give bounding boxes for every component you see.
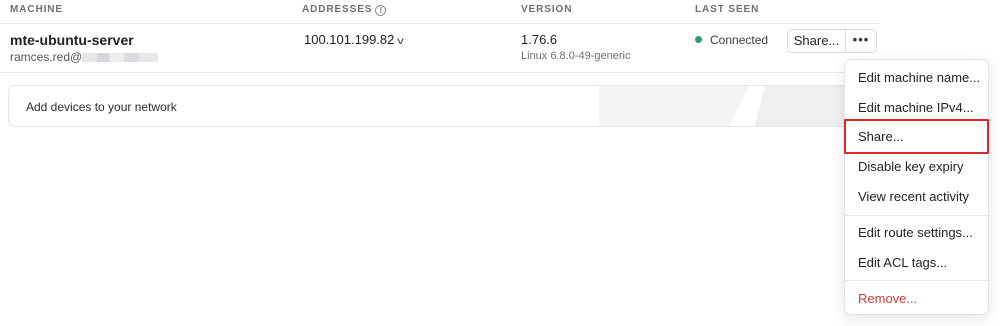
add-devices-banner[interactable]: Add devices to your network (8, 85, 888, 127)
add-devices-text: Add devices to your network (26, 100, 177, 114)
menu-item-edit-acl-tags[interactable]: Edit ACL tags... (845, 248, 988, 278)
status-dot-icon (695, 36, 702, 43)
column-header-addresses-label: ADDRESSES (302, 4, 373, 15)
menu-item-edit-route-settings[interactable]: Edit route settings... (845, 218, 988, 248)
menu-item-share[interactable]: Share... (845, 122, 988, 152)
column-header-last-seen: LAST SEEN (695, 4, 760, 15)
header-divider (0, 23, 880, 24)
status-badge: Connected (695, 33, 768, 47)
version-value: 1.76.6 (521, 32, 558, 47)
menu-item-view-recent-activity[interactable]: View recent activity (845, 182, 988, 212)
menu-divider (845, 215, 988, 216)
banner-decoration (599, 86, 749, 126)
address-dropdown[interactable]: 100.101.199.82 v (304, 32, 405, 47)
column-header-version: VERSION (521, 4, 573, 15)
row-actions: Share... ••• (787, 29, 877, 53)
column-header-addresses: ADDRESSES i (302, 4, 387, 16)
machines-panel: MACHINE ADDRESSES i VERSION LAST SEEN mte… (0, 0, 1000, 326)
column-header-machine: MACHINE (10, 4, 63, 15)
menu-item-edit-machine-ipv4[interactable]: Edit machine IPv4... (845, 93, 988, 123)
version-os: Linux 6.8.0-49-generic (521, 50, 631, 62)
more-options-icon[interactable]: ••• (846, 30, 876, 52)
chevron-down-icon: v (397, 36, 405, 47)
redacted-email (82, 53, 159, 62)
address-value: 100.101.199.82 (304, 32, 395, 47)
machine-context-menu: Edit machine name... Edit machine IPv4..… (844, 59, 989, 315)
machine-name[interactable]: mte-ubuntu-server (10, 32, 134, 48)
menu-item-edit-machine-name[interactable]: Edit machine name... (845, 63, 988, 93)
menu-divider (845, 280, 988, 281)
machine-owner-email: ramces.red@ (10, 50, 83, 64)
menu-item-disable-key-expiry[interactable]: Disable key expiry (845, 152, 988, 182)
row-divider (0, 72, 880, 73)
share-button[interactable]: Share... (788, 30, 846, 52)
machine-owner: ramces.red@ (10, 50, 159, 64)
info-icon[interactable]: i (375, 5, 387, 16)
status-label: Connected (710, 33, 769, 47)
menu-item-remove[interactable]: Remove... (845, 284, 988, 314)
